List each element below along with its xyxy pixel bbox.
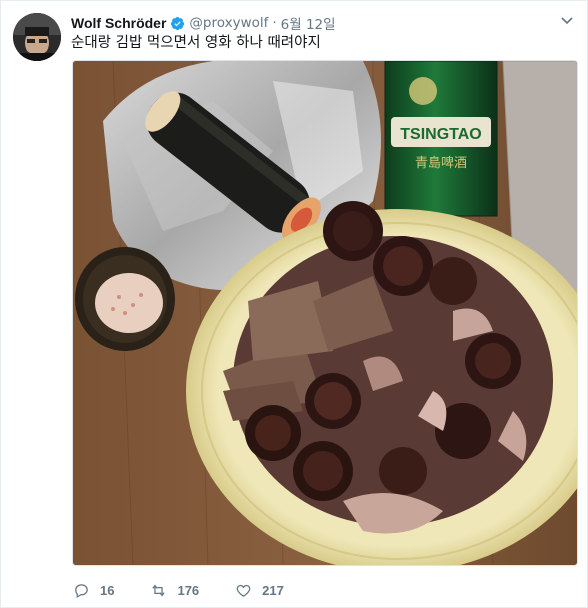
tweet-timestamp[interactable]: 6월 12일 (281, 13, 336, 33)
like-count: 217 (262, 582, 284, 598)
tweet-card[interactable]: Wolf Schröder @proxywolf · 6월 12일 순대랑 김밥… (0, 0, 588, 608)
avatar[interactable] (13, 13, 61, 61)
avatar-photo-icon (13, 13, 61, 61)
heart-icon (236, 584, 251, 597)
header-separator: · (272, 15, 277, 31)
verified-badge-icon (171, 16, 185, 30)
retweet-count: 176 (177, 582, 200, 598)
photo-icon: TSINGTAO 青島啤酒 (73, 61, 577, 565)
reply-button[interactable]: 16 (73, 582, 114, 599)
chevron-down-icon[interactable] (561, 17, 573, 25)
reply-count: 16 (100, 582, 115, 598)
reply-icon (75, 583, 88, 598)
display-name[interactable]: Wolf Schröder (71, 15, 166, 31)
retweet-button[interactable]: 176 (150, 582, 199, 599)
can-label-cn: 青島啤酒 (415, 156, 467, 171)
can-label: TSINGTAO (400, 126, 481, 143)
tweet-actions: 16 176 217 (73, 579, 320, 601)
like-button[interactable]: 217 (235, 582, 284, 599)
tweet-text: 순대랑 김밥 먹으면서 영화 하나 때려야지 (71, 35, 321, 51)
tweet-photo[interactable]: TSINGTAO 青島啤酒 (72, 60, 578, 566)
tweet-header: Wolf Schröder @proxywolf · 6월 12일 (71, 13, 336, 33)
retweet-icon (152, 583, 166, 597)
user-handle[interactable]: @proxywolf (189, 15, 268, 31)
